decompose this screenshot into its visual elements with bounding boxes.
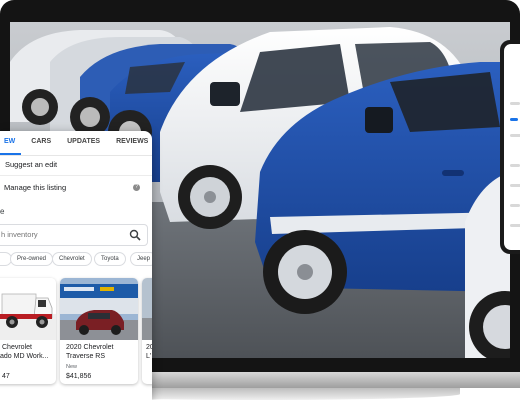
chip-pre-owned[interactable]: Pre-owned (10, 252, 54, 266)
manage-listing-row[interactable]: Manage this listing ? (0, 176, 152, 198)
phone-screen (504, 44, 520, 250)
card-title-line1: 2020 Chevrolet (66, 344, 114, 351)
card-title-line2: L' (146, 353, 152, 360)
inventory-search-input[interactable] (1, 225, 121, 243)
filter-chips: Pre-owned Chevrolet Toyota Jeep (0, 252, 152, 268)
tab-updates[interactable]: UPDATES (67, 131, 100, 155)
chip-toyota[interactable]: Toyota (94, 252, 126, 266)
card-title-line2: ado MD Work... (0, 353, 49, 360)
section-heading: e (0, 201, 152, 221)
chip-chevrolet[interactable]: Chevrolet (52, 252, 92, 266)
card-title-line1: 20 (146, 344, 152, 351)
tab-cars[interactable]: CARS (31, 131, 51, 155)
truck-photo (0, 278, 56, 340)
phone-frame (500, 40, 520, 254)
manage-listing-label: Manage this listing (4, 182, 67, 192)
inventory-search-box[interactable] (0, 224, 148, 246)
chip-jeep[interactable]: Jeep (130, 252, 152, 266)
info-icon[interactable]: ? (133, 183, 140, 191)
suggest-edit-row[interactable]: Suggest an edit (0, 154, 152, 174)
traverse-photo (60, 278, 138, 340)
suggest-edit-label: Suggest an edit (5, 159, 58, 169)
card-title-line1: Chevrolet (2, 344, 32, 351)
listing-tabs: EW CARS UPDATES REVIEWS PH (0, 131, 152, 156)
tab-overview[interactable]: EW (0, 131, 22, 155)
inventory-card[interactable]: 20 L' (142, 278, 152, 384)
business-listing-panel: EW CARS UPDATES REVIEWS PH Suggest an ed… (0, 131, 152, 400)
inventory-card[interactable]: 2020 Chevrolet Traverse RS New $41,856 (60, 278, 138, 384)
card-condition: New (66, 364, 78, 370)
card-price: 47 (2, 373, 10, 380)
card-title-line2: Traverse RS (66, 353, 106, 360)
search-icon[interactable] (129, 229, 141, 241)
vehicle-photo (142, 278, 152, 340)
card-price: $41,856 (66, 373, 92, 380)
tab-reviews[interactable]: REVIEWS (116, 131, 148, 155)
inventory-card[interactable]: Chevrolet ado MD Work... 47 (0, 278, 56, 384)
section-heading-text: e (0, 206, 5, 216)
